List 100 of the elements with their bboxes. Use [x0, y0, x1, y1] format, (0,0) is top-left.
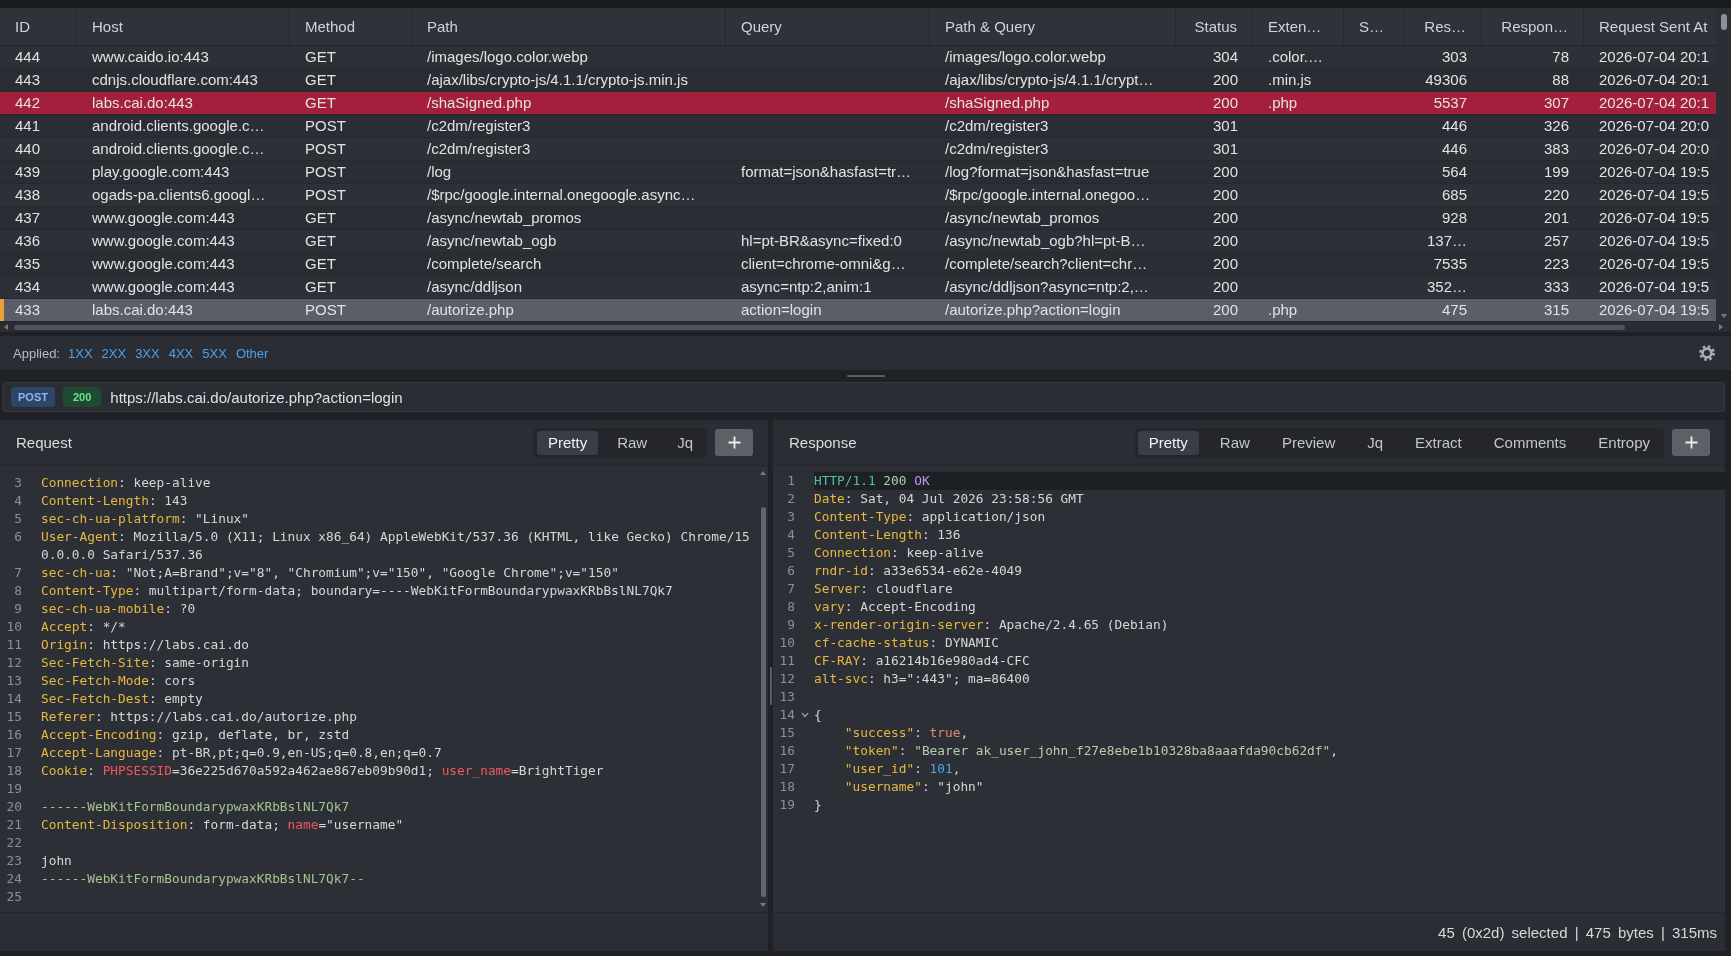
column-header[interactable]: Status: [1176, 8, 1253, 45]
tab[interactable]: Pretty: [536, 430, 599, 455]
line-number: 22: [5, 834, 22, 852]
table-cell-text: 2026-07-04 19:5: [1598, 208, 1711, 228]
table-cell-text: 444: [14, 47, 42, 67]
table-cell-text: 441: [14, 116, 42, 136]
filter-link[interactable]: 4XX: [168, 345, 194, 361]
tab[interactable]: Raw: [1208, 430, 1261, 455]
code-line: Accept: */*: [41, 618, 127, 636]
code-line: rndr-id: a33e6534-e62e-4049: [814, 562, 1024, 580]
table-cell-text: GET: [304, 277, 337, 297]
resize-handle[interactable]: [769, 666, 772, 705]
line-number: 3: [13, 474, 22, 492]
tab[interactable]: Extract: [1404, 430, 1473, 455]
line-number: 4: [786, 526, 795, 544]
code-line: Connection: keep-alive: [814, 544, 985, 562]
code-line: x-render-origin-server: Apache/2.4.65 (Debian): [814, 616, 1170, 634]
table-cell-text: 200: [1211, 208, 1239, 228]
table-cell-text: /complete/search: [426, 254, 543, 274]
table-cell-text: 2026-07-04 19:5: [1598, 231, 1711, 251]
tab[interactable]: Entropy: [1587, 430, 1661, 455]
column-header[interactable]: Query: [726, 8, 930, 45]
code-line: Content-Length: 143: [41, 492, 189, 510]
code-line: {: [814, 706, 823, 724]
table-cell-text: labs.cai.do:443: [91, 93, 194, 113]
table-cell-text: android.clients.google.c…: [91, 116, 266, 136]
add-button[interactable]: [715, 429, 753, 456]
table-cell-text: 435: [14, 254, 42, 274]
settings-icon[interactable]: [1699, 345, 1715, 361]
add-button[interactable]: [1672, 429, 1710, 456]
filter-link[interactable]: 5XX: [202, 345, 227, 361]
column-header[interactable]: Exten…: [1253, 8, 1344, 45]
table-cell-text: 685: [1440, 185, 1468, 205]
table-cell-text: /images/logo.color.webp: [944, 47, 1107, 67]
table-cell-text: 200: [1211, 93, 1239, 113]
line-number: 15: [778, 724, 795, 742]
line-number: 8: [13, 582, 22, 600]
column-header[interactable]: Path & Query: [930, 8, 1176, 45]
tab[interactable]: Comments: [1482, 430, 1578, 455]
column-header[interactable]: ID: [0, 8, 77, 45]
pane-title: Request: [16, 434, 72, 451]
table-cell-text: /ajax/libs/crypto-js/4.1.1/crypt…: [944, 70, 1155, 90]
table-cell-text: POST: [304, 185, 347, 205]
line-number: 12: [5, 654, 22, 672]
filter-link[interactable]: 3XX: [135, 345, 160, 361]
table-cell-text: 2026-07-04 20:1: [1598, 70, 1711, 90]
filter-link[interactable]: Other: [235, 345, 269, 361]
line-number: 14: [5, 690, 22, 708]
code-line: Sec-Fetch-Site: same-origin: [41, 654, 251, 672]
column-header[interactable]: Path: [412, 8, 726, 45]
table-cell-text: 200: [1211, 300, 1239, 320]
line-number: 20: [5, 798, 22, 816]
table-cell-text: action=login: [740, 300, 823, 320]
line-number: 2: [786, 490, 795, 508]
table-cell-text: POST: [304, 139, 347, 159]
tab[interactable]: Raw: [606, 430, 659, 455]
code-line: sec-ch-ua-mobile: ?0: [41, 600, 197, 618]
table-cell-text: /log?format=json&hasfast=true: [944, 162, 1151, 182]
code-line: Date: Sat, 04 Jul 2026 23:58:56 GMT: [814, 490, 1085, 508]
table-cell-text: cdnjs.cloudflare.com:443: [91, 70, 259, 90]
scrollbar[interactable]: [0, 322, 1731, 332]
table-row[interactable]: 442 labs.cai.do:443 GET /shaSigned.php /shaSigned.php 200 .php 5537 307 2026-07-04 20:1: [0, 92, 1716, 115]
resize-handle[interactable]: [846, 375, 885, 377]
tab[interactable]: Jq: [1356, 430, 1395, 455]
code-line: Sec-Fetch-Mode: cors: [41, 672, 197, 690]
tab[interactable]: Preview: [1270, 430, 1347, 455]
column-header[interactable]: Method: [290, 8, 412, 45]
table-cell-text: /complete/search?client=chr…: [944, 254, 1149, 274]
filter-link[interactable]: 2XX: [101, 345, 127, 361]
column-header[interactable]: S…: [1344, 8, 1405, 45]
tab[interactable]: Pretty: [1137, 430, 1199, 455]
code-line: ------WebKitFormBoundarypwaxKRbBslNL7Qk7: [41, 798, 351, 816]
table-cell-text: 315: [1542, 300, 1570, 320]
table-cell-text: 2026-07-04 20:1: [1598, 47, 1711, 67]
table-cell-text: labs.cai.do:443: [91, 300, 194, 320]
column-header[interactable]: Respon…: [1482, 8, 1584, 45]
chevron-down-icon[interactable]: [800, 712, 809, 718]
code-line: Accept-Language: pt-BR,pt;q=0.9,en-US;q=0.8,en;q=0.7: [41, 744, 443, 762]
table-cell-text: /autorize.php: [426, 300, 515, 320]
table-cell-text: POST: [304, 116, 347, 136]
table-cell-text: hl=pt-BR&async=fixed:0: [740, 231, 903, 251]
column-header[interactable]: Res…: [1405, 8, 1482, 45]
code-line: Cookie: PHPSESSID=36e225d670a592a462ae867eb09b90d1; user_name=BrightTiger: [41, 762, 605, 780]
line-number: 6: [786, 562, 795, 580]
table-cell-text: 433: [14, 300, 42, 320]
code-line: Content-Type: multipart/form-data; boundary=----WebKitFormBoundarypwaxKRbBslNL7Qk7: [41, 582, 674, 600]
code-line: vary: Accept-Encoding: [814, 598, 977, 616]
column-header[interactable]: Request Sent At: [1584, 8, 1716, 45]
filter-link[interactable]: 1XX: [68, 345, 93, 361]
column-header[interactable]: Host: [77, 8, 290, 45]
table-cell-text: 220: [1542, 185, 1570, 205]
table-cell-text: www.google.com:443: [91, 231, 236, 251]
table-cell-text: POST: [304, 162, 347, 182]
tab[interactable]: Jq: [666, 430, 704, 455]
table-row[interactable]: 433 labs.cai.do:443 POST /autorize.php action=login /autorize.php?action=login 200 .php 475 315 2026-07-04 19:5: [0, 299, 1716, 322]
table-cell-text: GET: [304, 231, 337, 251]
table-cell-text: 257: [1542, 231, 1570, 251]
table-cell-text: 446: [1440, 116, 1468, 136]
code-line: CF-RAY: a16214b16e980ad4-CFC: [814, 652, 1031, 670]
table-cell-text: 7535: [1432, 254, 1468, 274]
